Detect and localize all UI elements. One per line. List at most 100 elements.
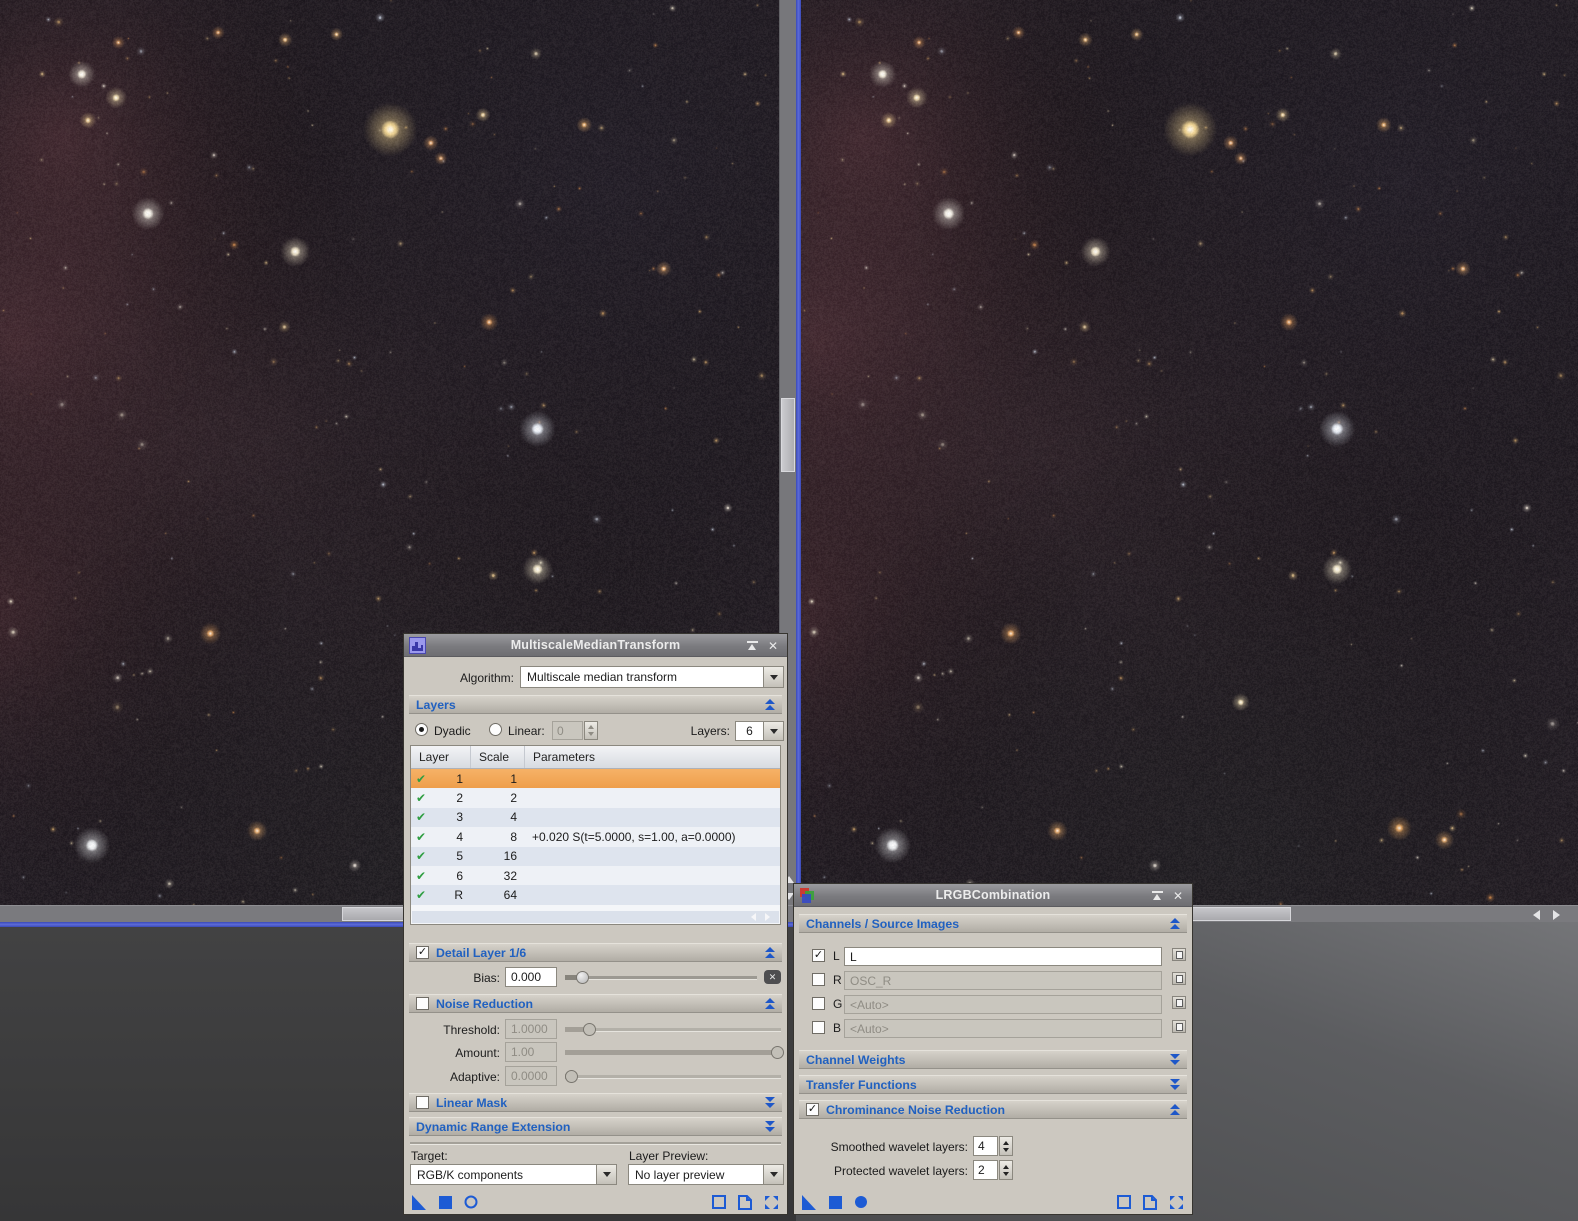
adaptive-input[interactable]: 0.0000 — [505, 1066, 557, 1086]
real-time-preview-button[interactable] — [464, 1195, 478, 1209]
channel-checkbox[interactable]: ✓ — [812, 949, 825, 962]
amount-slider[interactable] — [565, 1045, 784, 1060]
slider-thumb[interactable] — [770, 1046, 784, 1059]
noise-reduction-section-header[interactable]: Noise Reduction — [409, 994, 782, 1013]
slider-thumb[interactable] — [576, 971, 590, 984]
detail-layer-checkbox[interactable]: ✓ — [416, 946, 429, 959]
table-scroll-right-icon[interactable] — [765, 913, 770, 921]
dynamic-range-extension-section-header[interactable]: Dynamic Range Extension — [409, 1117, 782, 1136]
protected-wavelet-layers-spinner[interactable]: 2 — [973, 1160, 1013, 1180]
slider-thumb[interactable] — [582, 1023, 596, 1036]
channel-weights-section-header[interactable]: Channel Weights — [799, 1050, 1187, 1069]
threshold-input[interactable]: 1.0000 — [505, 1019, 557, 1039]
lrgb-title-bar[interactable]: LRGBCombination ✕ — [794, 884, 1192, 907]
apply-button[interactable] — [439, 1195, 452, 1209]
linear-scale-spinner[interactable]: 0 — [552, 721, 598, 740]
close-button[interactable]: ✕ — [1171, 889, 1185, 902]
channel-image-input[interactable]: <Auto> — [844, 1019, 1162, 1038]
layer-enabled-check-icon[interactable]: ✔ — [416, 772, 426, 786]
layers-section-header[interactable]: Layers — [409, 695, 782, 714]
layer-enabled-check-icon[interactable]: ✔ — [416, 810, 426, 824]
target-dropdown[interactable]: RGB/K components — [410, 1164, 617, 1185]
transfer-functions-section-header[interactable]: Transfer Functions — [799, 1075, 1187, 1094]
bias-input[interactable]: 0.000 — [505, 967, 557, 987]
expand-section-icon[interactable] — [1170, 1079, 1180, 1091]
new-instance-button[interactable] — [412, 1194, 427, 1210]
new-instance-button[interactable] — [802, 1194, 817, 1210]
channel-image-input[interactable]: <Auto> — [844, 995, 1162, 1014]
dropdown-arrow-icon[interactable] — [763, 1165, 783, 1184]
detail-layer-section-header[interactable]: ✓ Detail Layer 1/6 — [409, 943, 782, 962]
collapse-section-icon[interactable] — [1170, 1104, 1180, 1116]
track-view-button[interactable] — [1117, 1195, 1131, 1209]
channels-section-header[interactable]: Channels / Source Images — [799, 914, 1187, 933]
algorithm-dropdown[interactable]: Multiscale median transform — [520, 666, 784, 688]
table-scroll-left-icon[interactable] — [751, 913, 756, 921]
layers-count-dropdown[interactable]: 6 — [735, 721, 784, 741]
right-image-view[interactable] — [801, 0, 1578, 905]
adaptive-slider[interactable] — [565, 1069, 781, 1084]
layer-enabled-check-icon[interactable]: ✔ — [416, 888, 426, 902]
smoothed-wavelet-layers-spinner[interactable]: 4 — [973, 1136, 1013, 1156]
spinner-arrows-icon[interactable] — [584, 721, 598, 740]
channel-checkbox[interactable] — [812, 973, 825, 986]
rollup-button[interactable] — [745, 639, 759, 652]
noise-reduction-checkbox[interactable] — [416, 997, 429, 1010]
collapse-section-icon[interactable] — [1170, 918, 1180, 930]
chrominance-section-header[interactable]: ✓ Chrominance Noise Reduction — [799, 1100, 1187, 1119]
close-button[interactable]: ✕ — [766, 639, 780, 652]
dropdown-arrow-icon[interactable] — [763, 667, 783, 687]
select-image-button[interactable] — [1172, 1020, 1186, 1033]
spinner-arrows-icon[interactable] — [999, 1160, 1013, 1180]
reset-button[interactable] — [764, 1195, 779, 1210]
collapse-section-icon[interactable] — [765, 998, 775, 1010]
collapse-section-icon[interactable] — [765, 699, 775, 711]
rollup-button[interactable] — [1150, 889, 1164, 902]
linear-mask-section-header[interactable]: Linear Mask — [409, 1093, 782, 1112]
layers-table-row[interactable]: ✔ 2 2 — [411, 788, 780, 808]
linear-radio[interactable] — [489, 723, 502, 736]
apply-global-button[interactable] — [854, 1195, 868, 1209]
channel-image-input[interactable]: L — [844, 947, 1162, 966]
select-image-button[interactable] — [1172, 996, 1186, 1009]
dropdown-arrow-icon[interactable] — [596, 1165, 616, 1184]
linear-mask-checkbox[interactable] — [416, 1096, 429, 1109]
slider-track[interactable] — [565, 1028, 781, 1032]
expand-section-icon[interactable] — [1170, 1054, 1180, 1066]
slider-track[interactable] — [565, 976, 757, 980]
track-view-button[interactable] — [712, 1195, 726, 1209]
layer-enabled-check-icon[interactable]: ✔ — [416, 869, 426, 883]
layers-table-row[interactable]: ✔ 3 4 — [411, 807, 780, 828]
layers-table-row[interactable]: ✔ R 64 — [411, 885, 780, 905]
layers-table-row[interactable]: ✔ 1 1 — [411, 769, 780, 789]
dyadic-radio[interactable] — [415, 723, 428, 736]
collapse-section-icon[interactable] — [765, 947, 775, 959]
spinner-arrows-icon[interactable] — [999, 1136, 1013, 1156]
bias-reset-button[interactable]: ✕ — [764, 970, 781, 984]
browse-documentation-button[interactable] — [1143, 1194, 1157, 1210]
threshold-slider[interactable] — [565, 1022, 781, 1037]
dropdown-arrow-icon[interactable] — [763, 722, 783, 740]
layer-preview-dropdown[interactable]: No layer preview — [628, 1164, 784, 1185]
layers-table-row[interactable]: ✔ 4 8 +0.020 S(t=5.0000, s=1.00, a=0.0000) — [411, 827, 780, 847]
bias-slider[interactable] — [565, 970, 757, 985]
mmt-title-bar[interactable]: MultiscaleMedianTransform ✕ — [404, 634, 787, 657]
channel-checkbox[interactable] — [812, 1021, 825, 1034]
layers-table-row[interactable]: ✔ 6 32 — [411, 865, 780, 886]
apply-button[interactable] — [829, 1195, 842, 1209]
channel-checkbox[interactable] — [812, 997, 825, 1010]
scroll-right-button[interactable] — [1549, 907, 1564, 922]
reset-button[interactable] — [1169, 1195, 1184, 1210]
select-image-button[interactable] — [1172, 948, 1186, 961]
chrominance-checkbox[interactable]: ✓ — [806, 1103, 819, 1116]
expand-section-icon[interactable] — [765, 1121, 775, 1133]
layers-table-row[interactable]: ✔ 5 16 — [411, 846, 780, 866]
amount-input[interactable]: 1.00 — [505, 1042, 557, 1062]
select-image-button[interactable] — [1172, 972, 1186, 985]
slider-thumb[interactable] — [565, 1070, 579, 1083]
layer-enabled-check-icon[interactable]: ✔ — [416, 849, 426, 863]
channel-image-input[interactable]: OSC_R — [844, 971, 1162, 990]
slider-track[interactable] — [565, 1075, 781, 1079]
browse-documentation-button[interactable] — [738, 1194, 752, 1210]
vertical-scrollbar-thumb[interactable] — [781, 398, 795, 472]
